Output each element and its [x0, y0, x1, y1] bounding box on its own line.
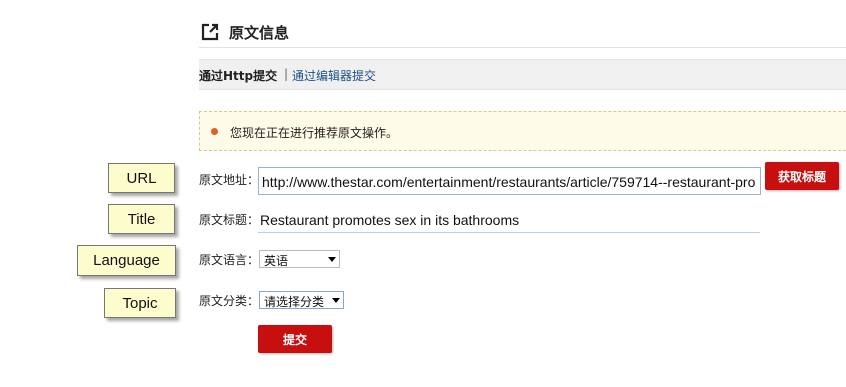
- chevron-down-icon: [328, 257, 336, 262]
- header-divider: [199, 47, 846, 48]
- chevron-down-icon: [332, 298, 340, 303]
- language-select-value: 英语: [264, 254, 289, 268]
- notice-text: 您现在正在进行推荐原文操作。: [230, 126, 399, 140]
- language-select[interactable]: 英语: [259, 250, 340, 268]
- title-label: 原文标题：: [199, 213, 260, 227]
- topic-label: 原文分类：: [199, 294, 260, 308]
- annotation-title: Title: [108, 204, 175, 234]
- url-label: 原文地址：: [199, 173, 260, 187]
- title-input[interactable]: Restaurant promotes sex in its bathrooms: [258, 210, 760, 233]
- tab-http-submit[interactable]: 通过Http提交: [199, 67, 277, 84]
- fetch-title-button[interactable]: 获取标题: [765, 162, 839, 190]
- tab-bar: 通过Http提交 | 通过编辑器提交: [199, 59, 846, 90]
- topic-select[interactable]: 请选择分类: [259, 291, 344, 309]
- submit-button[interactable]: 提交: [258, 325, 332, 353]
- external-link-icon: [201, 23, 219, 41]
- url-input[interactable]: http://www.thestar.com/entertainment/res…: [258, 167, 761, 195]
- notice-box: 您现在正在进行推荐原文操作。: [199, 111, 846, 151]
- language-label: 原文语言：: [199, 253, 260, 267]
- bullet-icon: [211, 128, 218, 135]
- tab-separator: |: [284, 67, 289, 81]
- annotation-topic: Topic: [104, 288, 176, 318]
- topic-select-value: 请选择分类: [264, 295, 325, 309]
- annotation-language: Language: [77, 245, 176, 276]
- tab-editor-submit[interactable]: 通过编辑器提交: [292, 67, 376, 84]
- annotation-url: URL: [108, 163, 175, 193]
- section-title: 原文信息: [229, 24, 290, 42]
